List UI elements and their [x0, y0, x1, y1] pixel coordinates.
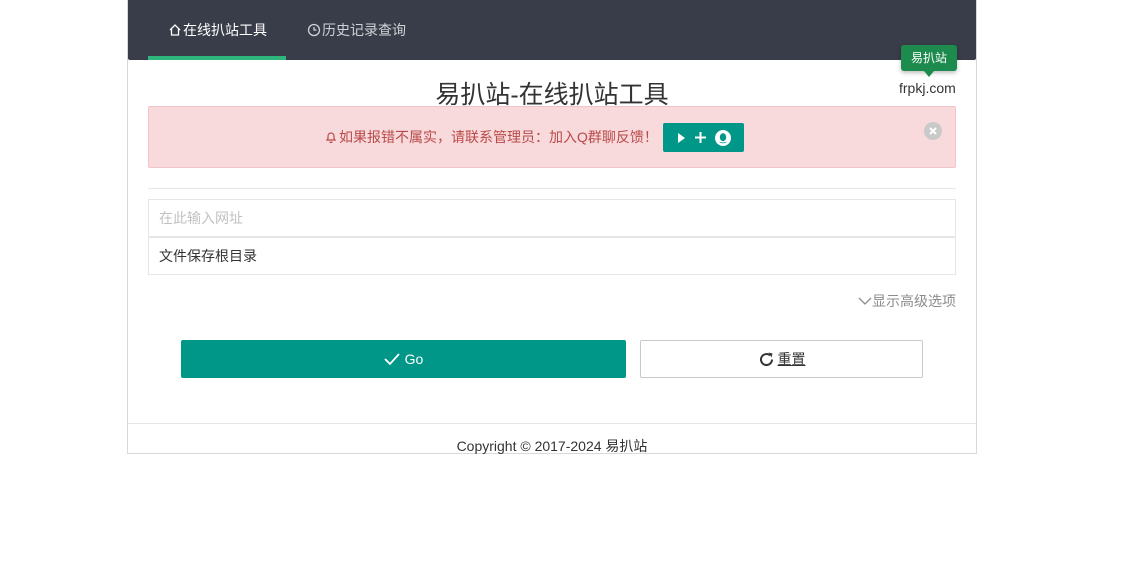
reset-button[interactable]: 重置	[640, 340, 923, 378]
advanced-options-label: 显示高级选项	[872, 293, 956, 309]
alert-banner: 如果报错不属实，请联系管理员：加入Q群聊反馈！	[148, 106, 956, 168]
refresh-icon	[759, 352, 773, 366]
plus-icon	[694, 123, 706, 152]
alert-text: 如果报错不属实，请联系管理员：加入Q群聊反馈！	[339, 129, 658, 145]
divider	[148, 188, 956, 189]
main-panel: 在线扒站工具 历史记录查询 易扒站 frpkj.com 易扒站-在线扒站工具 如…	[127, 0, 977, 454]
advanced-options-toggle[interactable]: 显示高级选项	[858, 291, 956, 311]
go-button[interactable]: Go	[181, 340, 626, 378]
active-tab-indicator	[148, 56, 286, 60]
top-nav: 在线扒站工具 历史记录查询	[128, 0, 976, 60]
footer-divider	[128, 423, 976, 424]
save-dir-input[interactable]	[148, 237, 956, 275]
join-qq-group-button[interactable]	[663, 123, 744, 152]
tab-history-label: 历史记录查询	[322, 22, 406, 38]
copyright: Copyright © 2017-2024 易扒站	[456, 438, 648, 454]
tab-online-tool-label: 在线扒站工具	[183, 22, 267, 38]
home-icon	[169, 24, 181, 36]
bell-icon	[325, 132, 337, 144]
play-icon	[676, 123, 686, 152]
tab-online-tool[interactable]: 在线扒站工具	[168, 0, 267, 60]
check-icon	[384, 353, 400, 366]
brand-badge[interactable]: 易扒站	[901, 45, 957, 77]
url-input[interactable]	[148, 199, 956, 237]
reset-button-label: 重置	[777, 351, 806, 367]
clock-icon	[307, 23, 321, 37]
alert-message: 如果报错不属实，请联系管理员：加入Q群聊反馈！	[324, 127, 658, 147]
qq-icon	[714, 123, 731, 152]
close-circle-icon[interactable]	[924, 122, 942, 140]
chevron-down-icon	[858, 297, 872, 305]
tab-history[interactable]: 历史记录查询	[307, 0, 406, 60]
go-button-label: Go	[404, 351, 424, 367]
